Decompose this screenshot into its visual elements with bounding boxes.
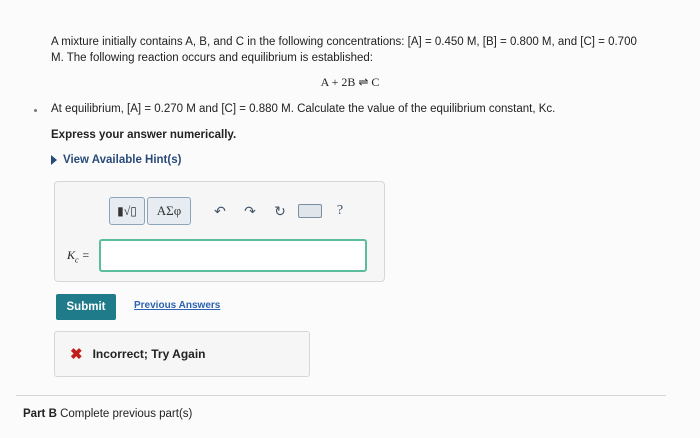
equilibrium-statement: At equilibrium, [A] = 0.270 M and [C] = … [51,103,556,115]
submit-button[interactable]: Submit [56,294,116,320]
part-b-header: Part B Complete previous part(s) [23,408,192,420]
feedback-panel: ✖ Incorrect; Try Again [54,331,310,377]
templates-button[interactable]: ▮√▯ [109,197,145,225]
incorrect-icon: ✖ [70,346,83,363]
symbols-button[interactable]: ΑΣφ [147,197,191,225]
view-hints-toggle[interactable]: View Available Hint(s) [51,154,181,166]
keyboard-icon[interactable] [297,198,323,224]
help-icon[interactable]: ? [327,198,353,224]
answer-instructions: Express your answer numerically. [51,129,237,141]
hint-label: View Available Hint(s) [63,154,182,166]
reaction-equation: A + 2B ⇌ C [320,75,380,89]
problem-page: A mixture initially contains A, B, and C… [0,0,700,438]
bullet-dot [34,109,37,112]
part-b-text: Complete previous part(s) [56,408,193,420]
answer-input[interactable] [99,239,367,272]
part-b-label: Part B [23,408,57,420]
feedback-message: Incorrect; Try Again [92,347,206,361]
redo-icon[interactable]: ↷ [237,198,263,224]
problem-line-1: A mixture initially contains A, B, and C… [51,36,637,48]
problem-line-2: M. The following reaction occurs and equ… [51,52,373,64]
undo-icon[interactable]: ↶ [207,198,233,224]
reset-icon[interactable]: ↻ [267,198,293,224]
divider [16,395,666,396]
caret-right-icon [51,155,57,165]
answer-panel: ▮√▯ ΑΣφ ↶ ↷ ↻ ? Kc = [54,181,385,282]
previous-answers-link[interactable]: Previous Answers [134,300,220,311]
answer-label: Kc = [67,248,90,265]
math-toolbar: ▮√▯ ΑΣφ ↶ ↷ ↻ ? [109,197,353,225]
problem-statement: A mixture initially contains A, B, and C… [51,34,676,66]
